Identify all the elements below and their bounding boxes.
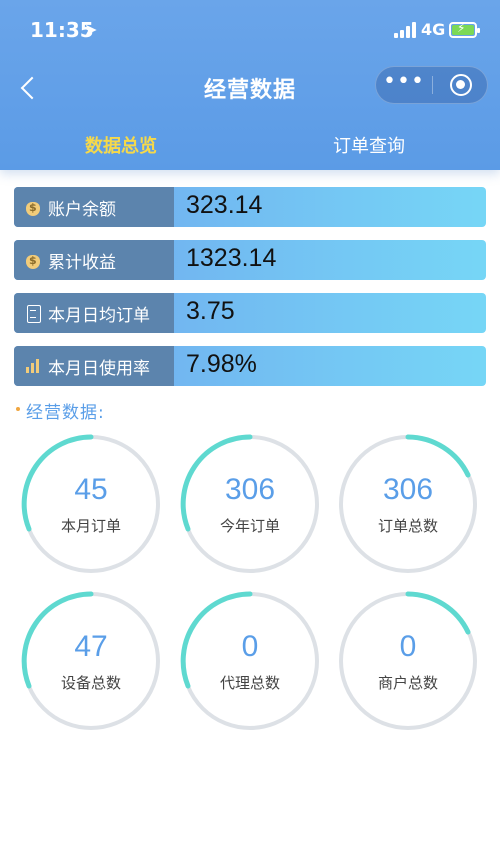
stat-label: 订单总数 bbox=[377, 517, 438, 535]
money-bag-icon bbox=[24, 251, 42, 269]
tab-order-query[interactable]: 订单查询 bbox=[333, 132, 405, 158]
metric-total-earnings: 累计收益 1323.14 bbox=[14, 240, 486, 280]
close-circle-icon[interactable] bbox=[450, 74, 472, 96]
stat-value: 0 bbox=[399, 630, 417, 663]
section-dot bbox=[16, 407, 20, 411]
signal-icon bbox=[394, 22, 416, 38]
stat-total-merchants: 0 商户总数 bbox=[337, 590, 479, 732]
more-icon[interactable]: ••• bbox=[376, 67, 432, 103]
tab-overview[interactable]: 数据总览 bbox=[85, 132, 157, 158]
location-arrow-icon: ➤ bbox=[84, 20, 98, 39]
metric-label: 累计收益 bbox=[48, 252, 116, 273]
stat-label: 设备总数 bbox=[60, 674, 121, 692]
metric-value: 7.98% bbox=[186, 350, 257, 378]
stat-monthly-orders: 45 本月订单 bbox=[20, 433, 162, 575]
money-bag-icon bbox=[24, 198, 42, 216]
mini-program-capsule: ••• bbox=[375, 66, 488, 104]
metric-daily-usage-rate: 本月日使用率 7.98% bbox=[14, 346, 486, 386]
stat-label: 今年订单 bbox=[219, 517, 280, 535]
stat-yearly-orders: 306 今年订单 bbox=[179, 433, 321, 575]
metric-daily-avg-orders: 本月日均订单 3.75 bbox=[14, 293, 486, 333]
document-icon bbox=[24, 304, 42, 323]
stat-total-orders: 306 订单总数 bbox=[337, 433, 479, 575]
metric-value: 1323.14 bbox=[186, 244, 277, 272]
metric-value: 3.75 bbox=[186, 297, 235, 325]
metric-label: 本月日均订单 bbox=[48, 305, 150, 326]
metric-account-balance: 账户余额 323.14 bbox=[14, 187, 486, 227]
section-title: 经营数据: bbox=[26, 403, 105, 423]
stat-label: 代理总数 bbox=[219, 674, 280, 692]
stat-value: 306 bbox=[224, 473, 276, 506]
header: 11:35 ➤ 4G ⚡ 经营数据 ••• 数据总览 订单查询 bbox=[0, 0, 500, 170]
bar-chart-icon bbox=[24, 357, 42, 375]
network-type: 4G bbox=[421, 20, 446, 39]
metric-value: 323.14 bbox=[186, 191, 263, 219]
metric-label: 账户余额 bbox=[48, 199, 116, 220]
stat-value: 306 bbox=[382, 473, 434, 506]
stat-total-devices: 47 设备总数 bbox=[20, 590, 162, 732]
stat-value: 0 bbox=[241, 630, 259, 663]
stat-value: 45 bbox=[74, 473, 108, 506]
status-bar: 11:35 ➤ 4G ⚡ bbox=[0, 0, 500, 62]
metric-label: 本月日使用率 bbox=[48, 358, 150, 379]
battery-icon: ⚡ bbox=[449, 21, 480, 38]
stat-label: 本月订单 bbox=[60, 517, 121, 535]
stat-total-agents: 0 代理总数 bbox=[179, 590, 321, 732]
stat-label: 商户总数 bbox=[377, 674, 438, 692]
stat-value: 47 bbox=[74, 630, 108, 663]
